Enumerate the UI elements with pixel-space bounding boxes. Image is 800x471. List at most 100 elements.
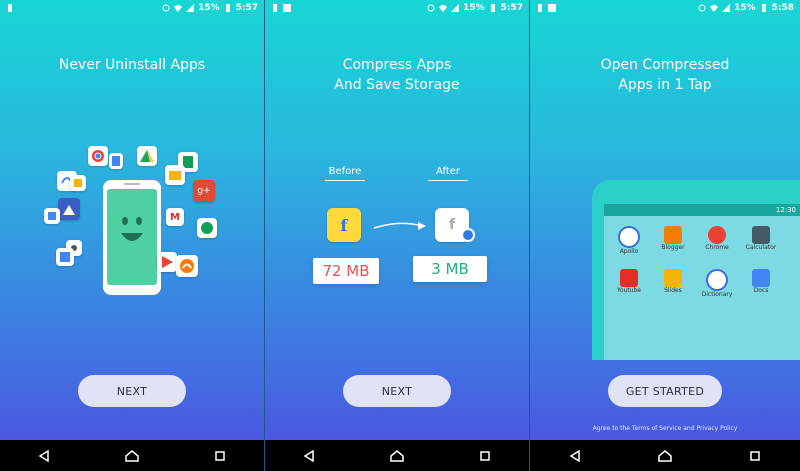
back-icon[interactable] [299,446,319,466]
battery-icon [225,4,230,12]
chrome-app-icon [88,146,108,166]
after-size: 3 MB [413,256,487,282]
battery-percent: 15% [463,3,485,13]
app-label: Apollo [619,248,639,255]
status-bar: 15% 5:57 [0,0,264,16]
app-label: Docs [753,287,769,294]
app-label: Slides [664,287,682,294]
arrow-right-icon [373,222,426,230]
battery-saver-icon [273,4,277,12]
page-title-line-2: Apps in 1 Tap [618,77,712,93]
page-title-line-2: And Save Storage [334,77,460,93]
app-docs: Docs [744,269,778,298]
battery-percent: 15% [734,3,756,13]
recents-icon[interactable] [475,446,495,466]
recents-icon[interactable] [745,446,765,466]
flipkart-app-icon: f [327,208,361,242]
phone-status-time: 12:30 [604,204,800,216]
back-icon[interactable] [565,446,585,466]
docs-app-icon [109,153,123,169]
after-label: After [428,166,468,181]
android-nav-bar [0,440,264,471]
app-label: Blogger [661,244,685,251]
battery-saver-icon [8,4,12,12]
maps-app-icon [44,208,60,224]
play-app-icon [157,252,177,272]
clock: 5:57 [235,3,258,13]
after-label-text: After [435,166,460,177]
recents-icon[interactable] [210,446,230,466]
headphones-icon [618,226,640,248]
app-label: Calculator [745,244,777,251]
before-label: Before [325,166,365,181]
mail-app-icon [165,165,185,185]
terms-text[interactable]: Agree to the Terms of Service and Privac… [530,425,800,432]
battery-percent: 15% [198,3,220,13]
status-bar: 15% 5:57 [265,0,529,16]
android-nav-bar [530,440,800,471]
app-label: Dictionary [701,291,733,298]
phone-screen: 12:30 Apollo Blogger Chrome Calculator Y… [604,204,800,360]
docs-icon [752,269,770,287]
dictionary-icon [706,269,728,291]
app-label: Youtube [617,287,641,294]
clock: 5:58 [771,3,794,13]
contacts-app-icon [56,248,74,266]
app-youtube: Youtube [612,269,646,298]
signal-icon [186,4,195,12]
app-slides: Slides [656,269,690,298]
slides-icon [664,269,682,287]
phone-icon [103,180,161,295]
chrome-icon [708,226,726,244]
page-title-line-1: Open Compressed [600,57,730,73]
alarm-icon [427,4,435,12]
image-notification-icon [548,4,556,12]
signal-icon [451,4,460,12]
music-app-icon [176,255,198,277]
youtube-icon [620,269,638,287]
home-icon[interactable] [122,446,142,466]
status-bar: 15% 5:58 [530,0,800,16]
phone-illustration: 12:30 Apollo Blogger Chrome Calculator Y… [592,180,800,360]
home-icon[interactable] [387,446,407,466]
next-button[interactable]: NEXT [343,375,451,407]
page-title: Never Uninstall Apps [58,57,206,73]
calculator-icon [752,226,770,244]
app-chrome: Chrome [700,226,734,255]
image-notification-icon [283,4,291,12]
google-plus-icon: g+ [193,180,215,202]
before-label-text: Before [328,166,362,177]
app-label: Chrome [705,244,729,251]
onboarding-screen-1: 15% 5:57 Never Uninstall Apps g+ M NEXT [0,0,265,471]
photo-app-icon [58,198,80,220]
get-started-button[interactable]: GET STARTED [608,375,722,407]
wifi-icon [439,5,448,12]
home-icon[interactable] [655,446,675,466]
back-icon[interactable] [34,446,54,466]
page-title-line-1: Compress Apps [342,57,452,73]
bookmark-app-icon [70,175,86,191]
battery-icon [490,4,495,12]
blogger-icon [664,226,682,244]
wifi-icon [174,5,183,12]
page-title: Compress Apps And Save Storage [265,55,529,95]
wifi-icon [710,5,719,12]
page-title: Open Compressed Apps in 1 Tap [530,55,800,95]
hangouts-app-icon [197,218,217,238]
smiley-face-icon [121,217,143,241]
onboarding-screen-3: 15% 5:58 Open Compressed Apps in 1 Tap 1… [530,0,800,471]
app-calculator: Calculator [744,226,778,255]
gmail-app-icon: M [166,208,184,226]
onboarding-screen-2: 15% 5:57 Compress Apps And Save Storage … [265,0,530,471]
next-button[interactable]: NEXT [78,375,186,407]
app-apollo: Apollo [612,226,646,255]
alarm-icon [698,4,706,12]
drive-app-icon [137,146,157,166]
battery-saver-icon [538,4,542,12]
app-dictionary: Dictionary [700,269,734,298]
before-size: 72 MB [313,258,379,284]
app-blogger: Blogger [656,226,690,255]
clock: 5:57 [500,3,523,13]
signal-icon [722,4,731,12]
android-nav-bar [265,440,529,471]
